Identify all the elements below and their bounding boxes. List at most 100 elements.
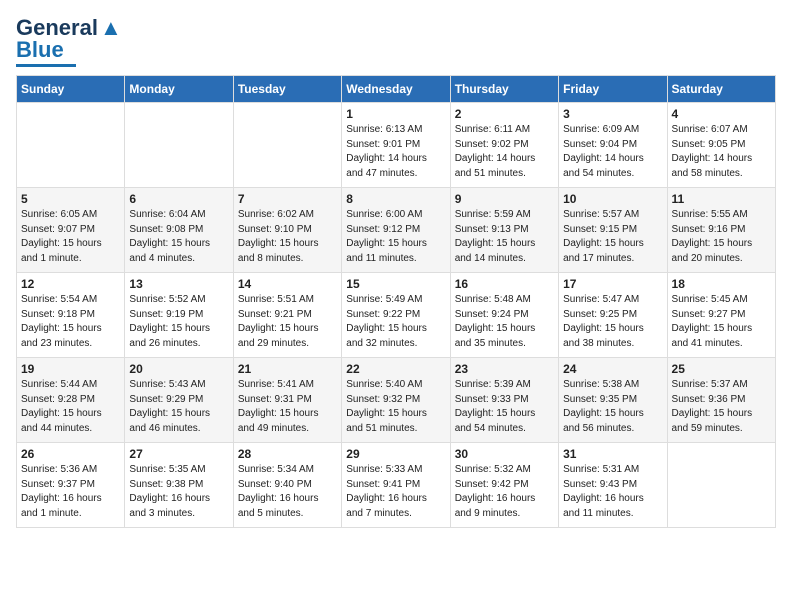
calendar-cell: 29 Sunrise: 5:33 AM Sunset: 9:41 PM Dayli… xyxy=(342,443,450,528)
day-info: Sunrise: 5:47 AM Sunset: 9:25 PM Dayligh… xyxy=(563,293,662,351)
day-info: Sunrise: 5:37 AM Sunset: 9:36 PM Dayligh… xyxy=(672,378,771,436)
day-header-friday: Friday xyxy=(559,76,667,103)
day-info: Sunrise: 6:02 AM Sunset: 9:10 PM Dayligh… xyxy=(238,208,337,266)
day-number: 5 xyxy=(21,192,120,206)
calendar-cell: 14Sunrise: 5:51 AM Sunset: 9:21 PM Dayli… xyxy=(233,273,341,358)
day-info: Sunrise: 5:41 AM Sunset: 9:31 PM Dayligh… xyxy=(238,378,337,436)
calendar-cell: 22Sunrise: 5:40 AM Sunset: 9:32 PM Dayli… xyxy=(342,358,450,443)
calendar-cell: 9Sunrise: 5:59 AM Sunset: 9:13 PM Daylig… xyxy=(450,188,558,273)
calendar-cell: 17Sunrise: 5:47 AM Sunset: 9:25 PM Dayli… xyxy=(559,273,667,358)
calendar-week-row: 12 Sunrise: 5:54 AM Sunset: 9:18 PM Dayli… xyxy=(17,273,776,358)
calendar-cell: 15 Sunrise: 5:49 AM Sunset: 9:22 PM Dayli… xyxy=(342,273,450,358)
calendar-cell: 21 Sunrise: 5:41 AM Sunset: 9:31 PM Dayli… xyxy=(233,358,341,443)
day-info: Sunrise: 5:38 AM Sunset: 9:35 PM Dayligh… xyxy=(563,378,662,436)
day-number: 6 xyxy=(129,192,228,206)
day-number: 23 xyxy=(455,362,554,376)
day-info: Sunrise: 6:11 AM Sunset: 9:02 PM Dayligh… xyxy=(455,123,554,181)
calendar-cell: 7 Sunrise: 6:02 AM Sunset: 9:10 PM Daylig… xyxy=(233,188,341,273)
day-number: 12 xyxy=(21,277,120,291)
calendar-cell: 5 Sunrise: 6:05 AM Sunset: 9:07 PM Daylig… xyxy=(17,188,125,273)
calendar-cell: 4Sunrise: 6:07 AM Sunset: 9:05 PM Daylig… xyxy=(667,103,775,188)
day-number: 27 xyxy=(129,447,228,461)
calendar-cell: 27 Sunrise: 5:35 AM Sunset: 9:38 PM Dayli… xyxy=(125,443,233,528)
day-info: Sunrise: 5:45 AM Sunset: 9:27 PM Dayligh… xyxy=(672,293,771,351)
day-number: 20 xyxy=(129,362,228,376)
day-number: 15 xyxy=(346,277,445,291)
calendar-cell: 2 Sunrise: 6:11 AM Sunset: 9:02 PM Daylig… xyxy=(450,103,558,188)
calendar-cell xyxy=(125,103,233,188)
calendar-week-row: 26Sunrise: 5:36 AM Sunset: 9:37 PM Dayli… xyxy=(17,443,776,528)
calendar-cell: 20 Sunrise: 5:43 AM Sunset: 9:29 PM Dayli… xyxy=(125,358,233,443)
day-info: Sunrise: 6:04 AM Sunset: 9:08 PM Dayligh… xyxy=(129,208,228,266)
calendar-cell: 8 Sunrise: 6:00 AM Sunset: 9:12 PM Daylig… xyxy=(342,188,450,273)
day-number: 2 xyxy=(455,107,554,121)
calendar-cell: 24Sunrise: 5:38 AM Sunset: 9:35 PM Dayli… xyxy=(559,358,667,443)
day-header-saturday: Saturday xyxy=(667,76,775,103)
day-number: 30 xyxy=(455,447,554,461)
calendar-week-row: 5 Sunrise: 6:05 AM Sunset: 9:07 PM Daylig… xyxy=(17,188,776,273)
calendar-cell xyxy=(667,443,775,528)
day-number: 9 xyxy=(455,192,554,206)
page-header: General▲ Blue xyxy=(16,16,776,67)
day-number: 26 xyxy=(21,447,120,461)
calendar-cell: 23Sunrise: 5:39 AM Sunset: 9:33 PM Dayli… xyxy=(450,358,558,443)
calendar-cell: 6 Sunrise: 6:04 AM Sunset: 9:08 PM Daylig… xyxy=(125,188,233,273)
calendar-cell: 12 Sunrise: 5:54 AM Sunset: 9:18 PM Dayli… xyxy=(17,273,125,358)
calendar-cell xyxy=(233,103,341,188)
calendar-cell: 19 Sunrise: 5:44 AM Sunset: 9:28 PM Dayli… xyxy=(17,358,125,443)
day-info: Sunrise: 5:52 AM Sunset: 9:19 PM Dayligh… xyxy=(129,293,228,351)
day-info: Sunrise: 6:00 AM Sunset: 9:12 PM Dayligh… xyxy=(346,208,445,266)
day-info: Sunrise: 6:09 AM Sunset: 9:04 PM Dayligh… xyxy=(563,123,662,181)
day-number: 18 xyxy=(672,277,771,291)
day-header-wednesday: Wednesday xyxy=(342,76,450,103)
calendar-cell: 16Sunrise: 5:48 AM Sunset: 9:24 PM Dayli… xyxy=(450,273,558,358)
calendar-cell xyxy=(17,103,125,188)
calendar-cell: 31 Sunrise: 5:31 AM Sunset: 9:43 PM Dayli… xyxy=(559,443,667,528)
day-number: 28 xyxy=(238,447,337,461)
calendar-table: SundayMondayTuesdayWednesdayThursdayFrid… xyxy=(16,75,776,528)
day-number: 14 xyxy=(238,277,337,291)
day-info: Sunrise: 5:54 AM Sunset: 9:18 PM Dayligh… xyxy=(21,293,120,351)
calendar-cell: 26Sunrise: 5:36 AM Sunset: 9:37 PM Dayli… xyxy=(17,443,125,528)
day-number: 16 xyxy=(455,277,554,291)
calendar-cell: 30 Sunrise: 5:32 AM Sunset: 9:42 PM Dayli… xyxy=(450,443,558,528)
day-header-monday: Monday xyxy=(125,76,233,103)
day-number: 4 xyxy=(672,107,771,121)
day-info: Sunrise: 5:33 AM Sunset: 9:41 PM Dayligh… xyxy=(346,463,445,521)
day-info: Sunrise: 6:05 AM Sunset: 9:07 PM Dayligh… xyxy=(21,208,120,266)
calendar-cell: 18 Sunrise: 5:45 AM Sunset: 9:27 PM Dayli… xyxy=(667,273,775,358)
calendar-header-row: SundayMondayTuesdayWednesdayThursdayFrid… xyxy=(17,76,776,103)
day-info: Sunrise: 5:34 AM Sunset: 9:40 PM Dayligh… xyxy=(238,463,337,521)
day-info: Sunrise: 5:35 AM Sunset: 9:38 PM Dayligh… xyxy=(129,463,228,521)
calendar-cell: 28 Sunrise: 5:34 AM Sunset: 9:40 PM Dayli… xyxy=(233,443,341,528)
day-number: 7 xyxy=(238,192,337,206)
logo-blue-text: Blue xyxy=(16,38,64,62)
day-number: 13 xyxy=(129,277,228,291)
day-info: Sunrise: 5:57 AM Sunset: 9:15 PM Dayligh… xyxy=(563,208,662,266)
day-number: 25 xyxy=(672,362,771,376)
calendar-week-row: 1Sunrise: 6:13 AM Sunset: 9:01 PM Daylig… xyxy=(17,103,776,188)
day-number: 31 xyxy=(563,447,662,461)
day-header-thursday: Thursday xyxy=(450,76,558,103)
day-info: Sunrise: 5:40 AM Sunset: 9:32 PM Dayligh… xyxy=(346,378,445,436)
day-info: Sunrise: 5:44 AM Sunset: 9:28 PM Dayligh… xyxy=(21,378,120,436)
day-info: Sunrise: 5:43 AM Sunset: 9:29 PM Dayligh… xyxy=(129,378,228,436)
calendar-cell: 3Sunrise: 6:09 AM Sunset: 9:04 PM Daylig… xyxy=(559,103,667,188)
calendar-cell: 1Sunrise: 6:13 AM Sunset: 9:01 PM Daylig… xyxy=(342,103,450,188)
day-info: Sunrise: 5:55 AM Sunset: 9:16 PM Dayligh… xyxy=(672,208,771,266)
day-header-sunday: Sunday xyxy=(17,76,125,103)
day-number: 8 xyxy=(346,192,445,206)
logo: General▲ Blue xyxy=(16,16,122,67)
day-header-tuesday: Tuesday xyxy=(233,76,341,103)
calendar-cell: 25 Sunrise: 5:37 AM Sunset: 9:36 PM Dayli… xyxy=(667,358,775,443)
day-number: 19 xyxy=(21,362,120,376)
day-number: 29 xyxy=(346,447,445,461)
day-info: Sunrise: 5:32 AM Sunset: 9:42 PM Dayligh… xyxy=(455,463,554,521)
day-info: Sunrise: 5:31 AM Sunset: 9:43 PM Dayligh… xyxy=(563,463,662,521)
day-number: 1 xyxy=(346,107,445,121)
day-number: 21 xyxy=(238,362,337,376)
calendar-week-row: 19 Sunrise: 5:44 AM Sunset: 9:28 PM Dayli… xyxy=(17,358,776,443)
day-info: Sunrise: 5:49 AM Sunset: 9:22 PM Dayligh… xyxy=(346,293,445,351)
calendar-cell: 10Sunrise: 5:57 AM Sunset: 9:15 PM Dayli… xyxy=(559,188,667,273)
logo-underline xyxy=(16,64,76,67)
